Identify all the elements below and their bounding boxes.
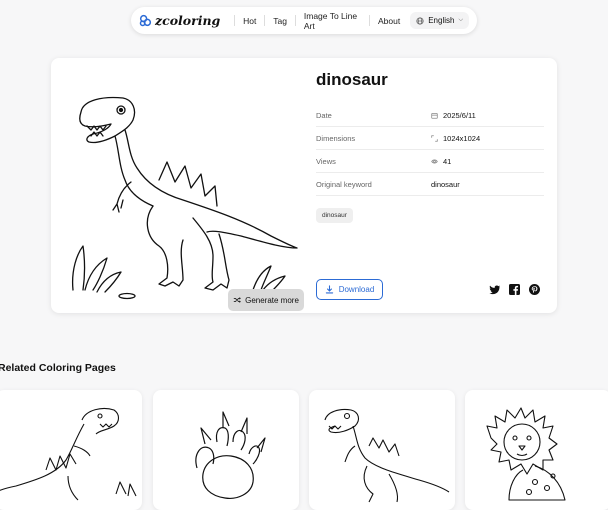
meta-row-keyword: Original keyword dinosaur bbox=[316, 174, 544, 196]
nav-link-tag[interactable]: Tag bbox=[271, 16, 289, 26]
shuffle-icon bbox=[233, 297, 241, 303]
nav-link-about[interactable]: About bbox=[376, 16, 402, 26]
meta-row-dimensions: Dimensions 1024x1024 bbox=[316, 128, 544, 150]
dinosaur-thumbnail bbox=[324, 408, 450, 503]
download-button[interactable]: Download bbox=[316, 279, 383, 300]
tag-chip[interactable]: dinosaur bbox=[316, 208, 353, 223]
meta-label: Views bbox=[316, 157, 336, 166]
related-card-dinosaur[interactable] bbox=[0, 390, 142, 510]
top-nav: zcoloring Hot Tag Image To Line Art Abou… bbox=[131, 7, 477, 34]
dimensions-icon bbox=[431, 135, 438, 142]
dinosaur-illustration bbox=[71, 96, 298, 300]
meta-row-date: Date 2025/6/11 bbox=[316, 105, 544, 127]
related-card-dinosaur[interactable] bbox=[309, 390, 455, 510]
pinterest-icon[interactable] bbox=[528, 283, 541, 296]
nav-divider bbox=[264, 15, 266, 26]
download-label: Download bbox=[338, 285, 375, 294]
generate-more-label: Generate more bbox=[245, 295, 299, 305]
nav-link-image-to-line-art[interactable]: Image To Line Art bbox=[302, 11, 363, 31]
chevron-down-icon: ⌵ bbox=[458, 17, 464, 23]
detail-card: Generate more dinosaur Date 2025/6/11 Di… bbox=[51, 58, 557, 313]
meta-row-views: Views 41 bbox=[316, 151, 544, 173]
nav-link-hot[interactable]: Hot bbox=[241, 16, 258, 26]
globe-icon bbox=[416, 16, 424, 25]
lion-thumbnail bbox=[486, 407, 566, 501]
nav-divider bbox=[234, 15, 236, 26]
logo-icon bbox=[139, 14, 152, 27]
nav-divider bbox=[295, 15, 296, 26]
eye-icon bbox=[431, 159, 438, 164]
logo[interactable]: zcoloring bbox=[139, 13, 220, 28]
logo-text: zcoloring bbox=[155, 13, 221, 28]
twitter-icon[interactable] bbox=[488, 283, 501, 296]
language-select[interactable]: English ⌵ bbox=[410, 12, 470, 29]
calendar-icon bbox=[431, 113, 438, 119]
related-card-paw[interactable] bbox=[153, 390, 299, 510]
meta-label: Original keyword bbox=[316, 180, 372, 189]
generate-more-button[interactable]: Generate more bbox=[228, 289, 304, 311]
page-title: dinosaur bbox=[316, 70, 388, 89]
meta-value: 41 bbox=[443, 157, 452, 166]
language-label: English bbox=[428, 16, 455, 25]
dinosaur-thumbnail bbox=[0, 407, 137, 501]
related-section-title: Related Coloring Pages bbox=[0, 362, 116, 374]
facebook-icon[interactable] bbox=[508, 283, 521, 296]
related-card-lion[interactable] bbox=[465, 390, 608, 510]
download-icon bbox=[325, 285, 333, 294]
meta-value: 1024x1024 bbox=[443, 134, 481, 143]
paw-thumbnail bbox=[195, 411, 266, 499]
coloring-image[interactable]: Generate more bbox=[63, 70, 304, 311]
meta-value: 2025/6/11 bbox=[443, 111, 476, 120]
meta-value: dinosaur bbox=[431, 180, 460, 189]
nav-divider bbox=[369, 15, 370, 26]
meta-label: Date bbox=[316, 111, 332, 120]
meta-label: Dimensions bbox=[316, 134, 356, 143]
